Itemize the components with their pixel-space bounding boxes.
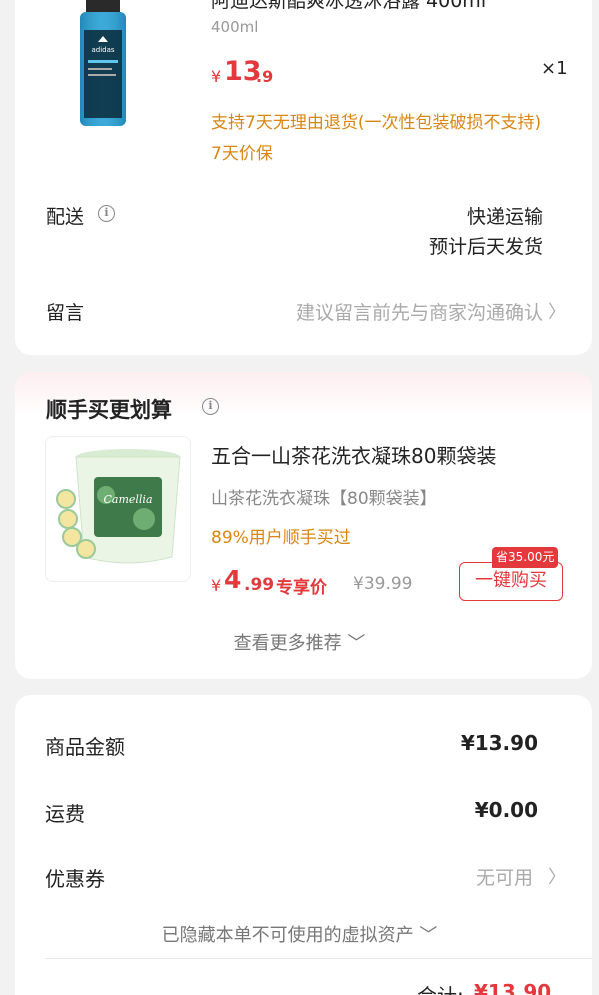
freight-label: 运费 — [45, 802, 85, 826]
recommend-price-decimal: .99 — [244, 575, 275, 595]
recommend-product-name[interactable]: 五合一山茶花洗衣凝珠80颗袋装 — [211, 440, 496, 469]
price-decimal: .9 — [256, 67, 274, 86]
delivery-method: 快递运输 — [466, 206, 543, 228]
product-spec: 400ml — [211, 18, 259, 36]
goods-amount-value: ¥13.90 — [460, 731, 538, 755]
recommend-title: 顺手买更划算 — [46, 398, 172, 422]
product-title[interactable]: 阿迪达斯酷爽冰透沐浴露 400ml — [211, 0, 486, 13]
chevron-right-icon: 〉 — [548, 867, 566, 888]
message-label: 留言 — [46, 302, 85, 324]
coupon-label: 优惠券 — [45, 867, 105, 891]
total-label: 合计: — [417, 980, 464, 995]
coupon-saving-badge: 省35.00元 — [492, 547, 559, 568]
total-value: ¥13.90 — [474, 980, 552, 995]
info-icon[interactable]: i — [202, 398, 219, 415]
recommend-price-integer: 4 — [224, 565, 242, 594]
product-image-brand: adidas — [91, 46, 114, 54]
chevron-right-icon: 〉 — [548, 302, 566, 323]
price-protection: 7天价保 — [211, 144, 273, 164]
recommend-product-image[interactable]: Camellia — [45, 436, 191, 582]
recommend-bought-note: 89%用户顺手买过 — [211, 528, 351, 548]
message-input[interactable]: 建议留言前先与商家沟通确认 — [296, 298, 543, 325]
info-icon[interactable]: i — [98, 205, 115, 222]
recommend-product-spec: 山茶花洗衣凝珠【80颗袋装】 — [211, 489, 437, 509]
return-policy: 支持7天无理由退货(一次性包装破损不支持) — [211, 113, 542, 133]
delivery-label: 配送 — [46, 206, 85, 228]
freight-value: ¥0.00 — [474, 798, 538, 822]
exclusive-price-label: 专享价 — [276, 578, 327, 598]
see-more-recommend-button[interactable]: 查看更多推荐 ﹀ — [0, 629, 599, 655]
hidden-assets-toggle[interactable]: 已隐藏本单不可使用的虚拟资产 ﹀ — [0, 921, 599, 947]
recommend-image-text: Camellia — [103, 493, 152, 506]
quantity: ×1 — [541, 58, 568, 79]
price-currency: ¥ — [211, 67, 222, 86]
goods-amount-label: 商品金额 — [45, 735, 125, 759]
original-price: ¥39.99 — [353, 574, 413, 594]
delivery-ship-time: 预计后天发货 — [428, 236, 543, 258]
recommend-price-currency: ¥ — [211, 576, 222, 595]
divider — [45, 958, 592, 959]
coupon-value[interactable]: 无可用 — [476, 863, 533, 890]
product-image[interactable]: adidas — [78, 0, 128, 126]
